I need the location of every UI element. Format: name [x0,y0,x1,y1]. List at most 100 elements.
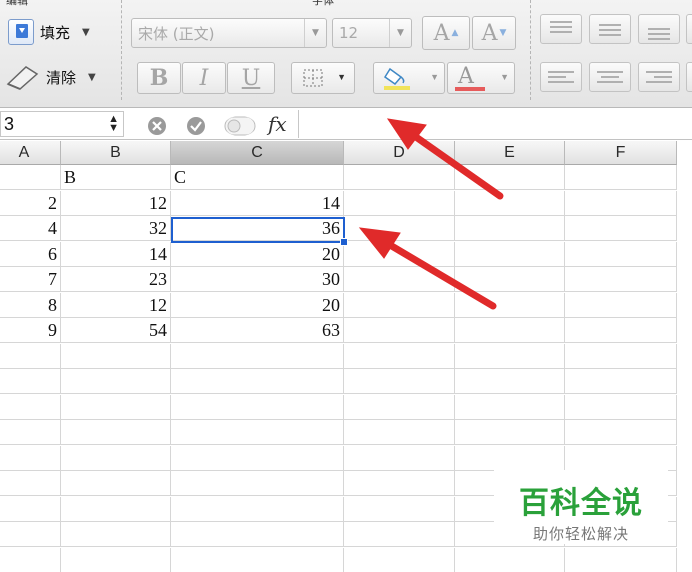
column-header-a[interactable]: A [0,141,61,165]
grid-cell[interactable] [565,191,677,216]
grid-cell[interactable] [61,446,171,471]
grid-cell[interactable] [171,471,344,496]
column-header-d[interactable]: D [344,141,455,165]
grid-cell[interactable] [344,191,455,216]
column-header-c[interactable]: C [171,141,344,165]
font-size-select[interactable]: 12 ▼ [332,18,412,48]
grid-cell[interactable] [0,446,61,471]
column-header-b[interactable]: B [61,141,171,165]
grid-cell[interactable] [565,216,677,241]
grid-cell[interactable]: 14 [171,191,344,216]
grid-cell[interactable] [0,471,61,496]
grid-cell[interactable] [0,395,61,420]
grid-cell[interactable] [0,369,61,394]
grid-cell[interactable] [565,344,677,369]
grid-cell[interactable] [171,420,344,445]
grid-cell[interactable] [455,420,565,445]
grid-cell[interactable]: 6 [0,242,61,267]
column-header-e[interactable]: E [455,141,565,165]
align-left-button[interactable] [540,62,582,92]
font-color-button[interactable]: A ▼ [447,62,515,94]
grid-cell[interactable] [344,165,455,190]
italic-button[interactable]: I [182,62,226,94]
grid-cell[interactable]: 54 [61,318,171,343]
function-button[interactable]: fx [268,112,287,136]
grid-cell[interactable] [171,446,344,471]
grid-cell[interactable] [455,267,565,292]
stepper-icon[interactable]: ▲ ▼ [108,114,119,134]
grid-cell[interactable] [565,548,677,572]
grid-cell[interactable] [61,471,171,496]
grid-cell[interactable]: B [61,165,171,190]
column-header-f[interactable]: F [565,141,677,165]
grid-cell[interactable] [344,420,455,445]
grid-cell[interactable]: 4 [0,216,61,241]
formula-input[interactable] [298,110,692,138]
grid-cell[interactable] [565,293,677,318]
grid-cell[interactable]: 32 [61,216,171,241]
grid-cell[interactable] [565,369,677,394]
grid-cell[interactable] [344,471,455,496]
grid-cell[interactable]: 20 [171,242,344,267]
align-middle-button[interactable] [589,14,631,44]
ribbon-overflow-button[interactable] [686,62,692,92]
grid-cell[interactable] [455,344,565,369]
align-center-button[interactable] [589,62,631,92]
grid-cell[interactable] [171,548,344,572]
grid-cell[interactable] [61,395,171,420]
grid-cell[interactable] [0,165,61,190]
grid-cell[interactable] [344,344,455,369]
ribbon-overflow-button[interactable] [686,14,692,44]
fill-handle[interactable] [340,238,348,246]
grid-cell[interactable] [344,369,455,394]
grid-cell[interactable]: 9 [0,318,61,343]
name-box[interactable]: 3 ▲ ▼ [0,111,124,137]
grid-cell[interactable] [171,497,344,522]
bold-button[interactable]: B [137,62,181,94]
grid-cell[interactable] [344,267,455,292]
grid-cell[interactable] [344,395,455,420]
fill-color-button[interactable]: ▼ [373,62,445,94]
grid-cell[interactable] [344,242,455,267]
confirm-icon[interactable] [186,116,206,136]
grid-cell[interactable] [61,369,171,394]
grid-cell[interactable] [565,165,677,190]
grid-cell[interactable] [455,293,565,318]
underline-button[interactable]: U [227,62,275,94]
grid-cell[interactable] [455,165,565,190]
borders-button[interactable]: ▼ [291,62,355,94]
grid-cell[interactable] [455,395,565,420]
grid-cell[interactable] [344,446,455,471]
grid-cell[interactable] [171,522,344,547]
grid-cell[interactable] [565,267,677,292]
grid-cell[interactable] [61,420,171,445]
align-top-button[interactable] [540,14,582,44]
grid-cell[interactable] [0,522,61,547]
grid-cell[interactable] [565,242,677,267]
grid-cell[interactable] [171,344,344,369]
grid-cell[interactable] [0,420,61,445]
grid-cell[interactable]: 8 [0,293,61,318]
grid-cell[interactable]: 20 [171,293,344,318]
grid-cell[interactable]: 7 [0,267,61,292]
grid-cell[interactable] [455,318,565,343]
grid-cell[interactable] [344,548,455,572]
grid-cell[interactable] [0,548,61,572]
grid-cell[interactable] [455,242,565,267]
grid-cell[interactable] [344,318,455,343]
grid-cell[interactable] [455,216,565,241]
grid-cell[interactable] [455,548,565,572]
formula-toggle-icon[interactable] [224,116,256,136]
grid-cell[interactable]: 2 [0,191,61,216]
grid-cell[interactable] [565,446,677,471]
align-bottom-button[interactable] [638,14,680,44]
grid-cell[interactable] [565,318,677,343]
grid-cell[interactable] [344,293,455,318]
grid-cell[interactable] [61,497,171,522]
font-name-select[interactable]: 宋体 (正文) ▼ [131,18,327,48]
cancel-icon[interactable] [147,116,167,136]
grid-cell[interactable]: 12 [61,191,171,216]
grid-cell[interactable] [455,369,565,394]
grid-cell[interactable] [61,548,171,572]
grid-cell[interactable] [61,344,171,369]
